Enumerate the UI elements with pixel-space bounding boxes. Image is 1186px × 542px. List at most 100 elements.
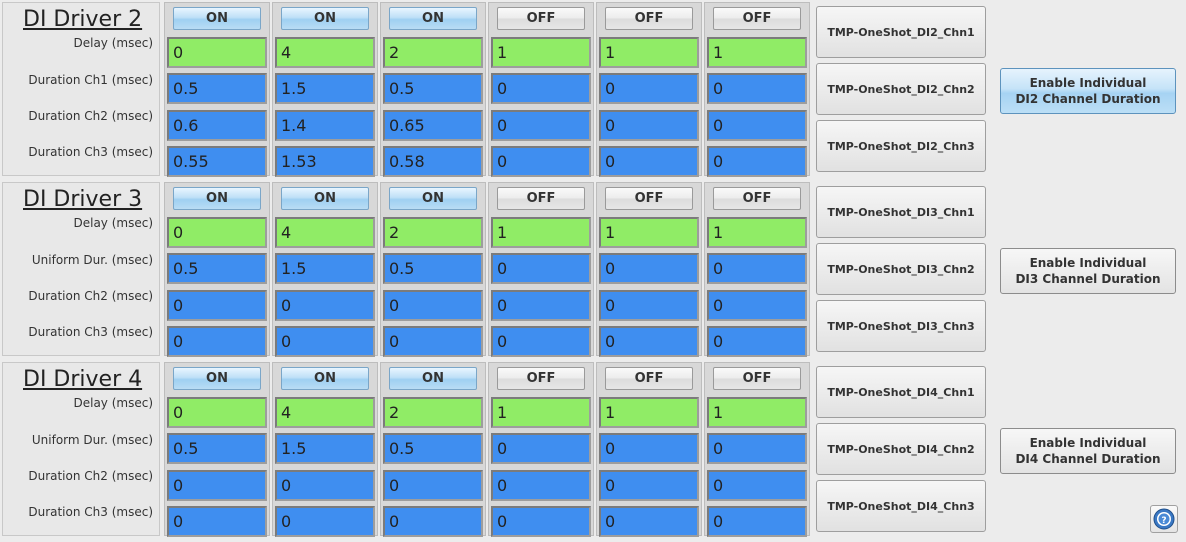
duration-input[interactable]: 0 <box>383 470 483 501</box>
delay-input[interactable]: 1 <box>707 37 807 68</box>
delay-input[interactable]: 2 <box>383 397 483 428</box>
duration-input[interactable]: 0 <box>599 326 699 357</box>
duration-input[interactable]: 1.53 <box>275 146 375 177</box>
channel-toggle-button[interactable]: OFF <box>605 187 693 210</box>
duration-input[interactable]: 1.4 <box>275 110 375 141</box>
enable-individual-duration-button[interactable]: Enable Individual DI2 Channel Duration <box>1000 68 1176 114</box>
channel-toggle-button[interactable]: OFF <box>497 187 585 210</box>
duration-input[interactable]: 0 <box>275 470 375 501</box>
duration-input[interactable]: 0 <box>167 470 267 501</box>
channel-toggle-button[interactable]: ON <box>389 7 477 30</box>
channel-toggle-button[interactable]: ON <box>281 7 369 30</box>
duration-input[interactable]: 0.55 <box>167 146 267 177</box>
duration-input[interactable]: 0.5 <box>383 433 483 464</box>
channel-toggle-button[interactable]: OFF <box>497 367 585 390</box>
duration-input[interactable]: 0.5 <box>383 253 483 284</box>
duration-input[interactable]: 0 <box>707 506 807 537</box>
help-button[interactable]: ? <box>1150 505 1178 533</box>
delay-input[interactable]: 1 <box>599 397 699 428</box>
delay-input[interactable]: 0 <box>167 217 267 248</box>
channel-toggle-button[interactable]: ON <box>173 7 261 30</box>
duration-input[interactable]: 0 <box>707 110 807 141</box>
duration-input[interactable]: 0 <box>383 506 483 537</box>
duration-input[interactable]: 0.58 <box>383 146 483 177</box>
delay-input[interactable]: 0 <box>167 397 267 428</box>
duration-input[interactable]: 0 <box>599 470 699 501</box>
channel-toggle-button[interactable]: OFF <box>497 7 585 30</box>
delay-input[interactable]: 1 <box>707 397 807 428</box>
duration-input[interactable]: 1.5 <box>275 253 375 284</box>
enable-individual-duration-button[interactable]: Enable Individual DI4 Channel Duration <box>1000 428 1176 474</box>
duration-input[interactable]: 0 <box>599 433 699 464</box>
duration-input[interactable]: 0 <box>491 73 591 104</box>
tmp-oneshot-button[interactable]: TMP-OneShot_DI2_Chn1 <box>816 6 986 58</box>
delay-input[interactable]: 1 <box>599 37 699 68</box>
delay-input[interactable]: 1 <box>491 37 591 68</box>
duration-input[interactable]: 0 <box>707 146 807 177</box>
delay-input[interactable]: 4 <box>275 397 375 428</box>
duration-input[interactable]: 0 <box>707 433 807 464</box>
duration-input[interactable]: 0 <box>707 326 807 357</box>
channel-toggle-button[interactable]: ON <box>281 187 369 210</box>
delay-input[interactable]: 2 <box>383 37 483 68</box>
duration-input[interactable]: 0 <box>707 73 807 104</box>
channel-toggle-button[interactable]: OFF <box>605 367 693 390</box>
duration-input[interactable]: 0 <box>167 290 267 321</box>
channel-toggle-button[interactable]: ON <box>281 367 369 390</box>
duration-input[interactable]: 0 <box>707 470 807 501</box>
duration-input[interactable]: 0 <box>707 290 807 321</box>
duration-input[interactable]: 0 <box>491 506 591 537</box>
duration-input[interactable]: 0 <box>275 290 375 321</box>
duration-input[interactable]: 0 <box>491 146 591 177</box>
duration-input[interactable]: 0 <box>707 253 807 284</box>
channel-toggle-button[interactable]: ON <box>173 367 261 390</box>
duration-input[interactable]: 0 <box>491 253 591 284</box>
duration-input[interactable]: 0 <box>599 253 699 284</box>
tmp-oneshot-button[interactable]: TMP-OneShot_DI3_Chn3 <box>816 300 986 352</box>
tmp-oneshot-button[interactable]: TMP-OneShot_DI3_Chn1 <box>816 186 986 238</box>
tmp-oneshot-button[interactable]: TMP-OneShot_DI4_Chn1 <box>816 366 986 418</box>
tmp-oneshot-button[interactable]: TMP-OneShot_DI4_Chn3 <box>816 480 986 532</box>
delay-input[interactable]: 1 <box>491 217 591 248</box>
channel-toggle-button[interactable]: OFF <box>713 187 801 210</box>
duration-input[interactable]: 0 <box>383 290 483 321</box>
delay-input[interactable]: 1 <box>599 217 699 248</box>
channel-toggle-button[interactable]: OFF <box>713 7 801 30</box>
duration-input[interactable]: 0.5 <box>167 73 267 104</box>
duration-input[interactable]: 0 <box>599 110 699 141</box>
duration-input[interactable]: 0 <box>599 506 699 537</box>
enable-individual-duration-button[interactable]: Enable Individual DI3 Channel Duration <box>1000 248 1176 294</box>
delay-input[interactable]: 4 <box>275 37 375 68</box>
duration-input[interactable]: 0 <box>491 290 591 321</box>
channel-toggle-button[interactable]: ON <box>389 187 477 210</box>
delay-input[interactable]: 2 <box>383 217 483 248</box>
duration-input[interactable]: 0 <box>275 506 375 537</box>
tmp-oneshot-button[interactable]: TMP-OneShot_DI2_Chn2 <box>816 63 986 115</box>
delay-input[interactable]: 1 <box>707 217 807 248</box>
duration-input[interactable]: 0 <box>275 326 375 357</box>
duration-input[interactable]: 0 <box>491 110 591 141</box>
duration-input[interactable]: 1.5 <box>275 433 375 464</box>
duration-input[interactable]: 0 <box>599 73 699 104</box>
channel-toggle-button[interactable]: OFF <box>605 7 693 30</box>
duration-input[interactable]: 0.6 <box>167 110 267 141</box>
duration-input[interactable]: 0 <box>599 146 699 177</box>
delay-input[interactable]: 0 <box>167 37 267 68</box>
channel-toggle-button[interactable]: ON <box>389 367 477 390</box>
duration-input[interactable]: 0 <box>167 506 267 537</box>
channel-toggle-button[interactable]: ON <box>173 187 261 210</box>
duration-input[interactable]: 0.5 <box>167 253 267 284</box>
delay-input[interactable]: 4 <box>275 217 375 248</box>
duration-input[interactable]: 1.5 <box>275 73 375 104</box>
tmp-oneshot-button[interactable]: TMP-OneShot_DI3_Chn2 <box>816 243 986 295</box>
duration-input[interactable]: 0 <box>491 433 591 464</box>
duration-input[interactable]: 0 <box>491 470 591 501</box>
tmp-oneshot-button[interactable]: TMP-OneShot_DI4_Chn2 <box>816 423 986 475</box>
channel-toggle-button[interactable]: OFF <box>713 367 801 390</box>
duration-input[interactable]: 0.5 <box>167 433 267 464</box>
duration-input[interactable]: 0 <box>599 290 699 321</box>
delay-input[interactable]: 1 <box>491 397 591 428</box>
tmp-oneshot-button[interactable]: TMP-OneShot_DI2_Chn3 <box>816 120 986 172</box>
duration-input[interactable]: 0 <box>491 326 591 357</box>
duration-input[interactable]: 0.5 <box>383 73 483 104</box>
